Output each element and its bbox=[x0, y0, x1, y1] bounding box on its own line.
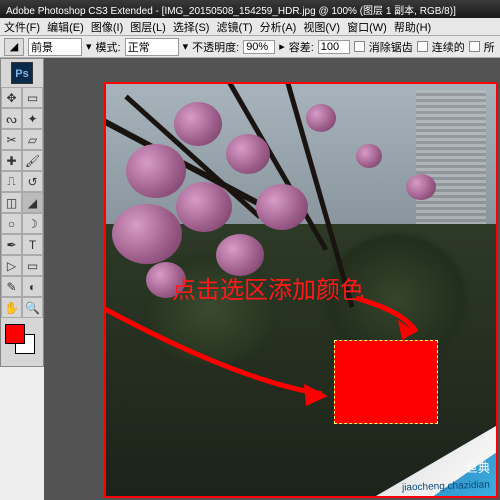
tool-history[interactable]: ↺ bbox=[22, 171, 43, 192]
tool-lasso[interactable]: ᔓ bbox=[1, 108, 22, 129]
canvas-area: 点击选区添加颜色 世典 jiaocheng.chazidian bbox=[44, 58, 500, 500]
tool-pen[interactable]: ✒ bbox=[1, 234, 22, 255]
tool-notes[interactable]: ✎ bbox=[1, 276, 22, 297]
all-layers-label: 所 bbox=[484, 39, 495, 55]
ps-logo: Ps bbox=[11, 62, 33, 84]
bucket-icon: ◢ bbox=[4, 38, 24, 56]
contiguous-checkbox[interactable] bbox=[417, 41, 428, 52]
watermark-brand: 世典 bbox=[466, 459, 490, 476]
filled-selection[interactable] bbox=[334, 340, 438, 424]
menu-help[interactable]: 帮助(H) bbox=[394, 22, 431, 34]
tools-grid: ✥▭ᔓ✦✂▱✚🖌⎍↺◫◢○☽✒T▷▭✎◐✋🔍 bbox=[1, 87, 43, 318]
contiguous-label: 连续的 bbox=[432, 39, 465, 55]
antialias-checkbox[interactable] bbox=[354, 41, 365, 52]
menu-layer[interactable]: 图层(L) bbox=[130, 22, 165, 34]
tool-crop[interactable]: ✂ bbox=[1, 129, 22, 150]
tool-brush[interactable]: 🖌 bbox=[22, 150, 43, 171]
tool-path[interactable]: ▷ bbox=[1, 255, 22, 276]
antialias-label: 消除锯齿 bbox=[369, 39, 413, 55]
color-swatches bbox=[1, 322, 43, 366]
menu-analysis[interactable]: 分析(A) bbox=[260, 22, 297, 34]
mode-select[interactable]: 正常 bbox=[125, 38, 179, 56]
tool-type[interactable]: T bbox=[22, 234, 43, 255]
menu-file[interactable]: 文件(F) bbox=[4, 22, 40, 34]
tolerance-label: 容差: bbox=[289, 39, 314, 55]
menu-edit[interactable]: 编辑(E) bbox=[47, 22, 84, 34]
fill-source-select[interactable]: 前景 bbox=[28, 38, 82, 56]
tool-heal[interactable]: ✚ bbox=[1, 150, 22, 171]
tool-panel: Ps ✥▭ᔓ✦✂▱✚🖌⎍↺◫◢○☽✒T▷▭✎◐✋🔍 bbox=[0, 58, 44, 367]
tool-zoom[interactable]: 🔍 bbox=[22, 297, 43, 318]
options-bar: ◢ 前景▾ 模式: 正常▾ 不透明度: 90%▸ 容差: 100 消除锯齿 连续… bbox=[0, 36, 500, 58]
document-canvas[interactable]: 点击选区添加颜色 世典 jiaocheng.chazidian bbox=[104, 82, 498, 498]
menu-view[interactable]: 视图(V) bbox=[303, 22, 340, 34]
opacity-input[interactable]: 90% bbox=[243, 40, 275, 54]
menu-image[interactable]: 图像(I) bbox=[91, 22, 123, 34]
menu-filter[interactable]: 滤镜(T) bbox=[217, 22, 253, 34]
menu-window[interactable]: 窗口(W) bbox=[347, 22, 387, 34]
tool-hand[interactable]: ✋ bbox=[1, 297, 22, 318]
foreground-swatch[interactable] bbox=[5, 324, 25, 344]
menu-select[interactable]: 选择(S) bbox=[173, 22, 210, 34]
tool-shape[interactable]: ▭ bbox=[22, 255, 43, 276]
tool-slice[interactable]: ▱ bbox=[22, 129, 43, 150]
tool-move[interactable]: ✥ bbox=[1, 87, 22, 108]
tool-eraser[interactable]: ◫ bbox=[1, 192, 22, 213]
title-bar: Adobe Photoshop CS3 Extended - [IMG_2015… bbox=[0, 0, 500, 18]
tool-eyedrop[interactable]: ◐ bbox=[22, 276, 43, 297]
mode-label: 模式: bbox=[96, 39, 121, 55]
tool-dodge[interactable]: ☽ bbox=[22, 213, 43, 234]
menu-bar: 文件(F) 编辑(E) 图像(I) 图层(L) 选择(S) 滤镜(T) 分析(A… bbox=[0, 18, 500, 36]
tool-wand[interactable]: ✦ bbox=[22, 108, 43, 129]
opacity-label: 不透明度: bbox=[192, 39, 239, 55]
tool-blur[interactable]: ○ bbox=[1, 213, 22, 234]
annotation-text: 点击选区添加颜色 bbox=[172, 270, 364, 305]
tool-stamp[interactable]: ⎍ bbox=[1, 171, 22, 192]
tolerance-input[interactable]: 100 bbox=[318, 40, 350, 54]
tool-marquee[interactable]: ▭ bbox=[22, 87, 43, 108]
tool-bucket[interactable]: ◢ bbox=[22, 192, 43, 213]
all-layers-checkbox[interactable] bbox=[469, 41, 480, 52]
